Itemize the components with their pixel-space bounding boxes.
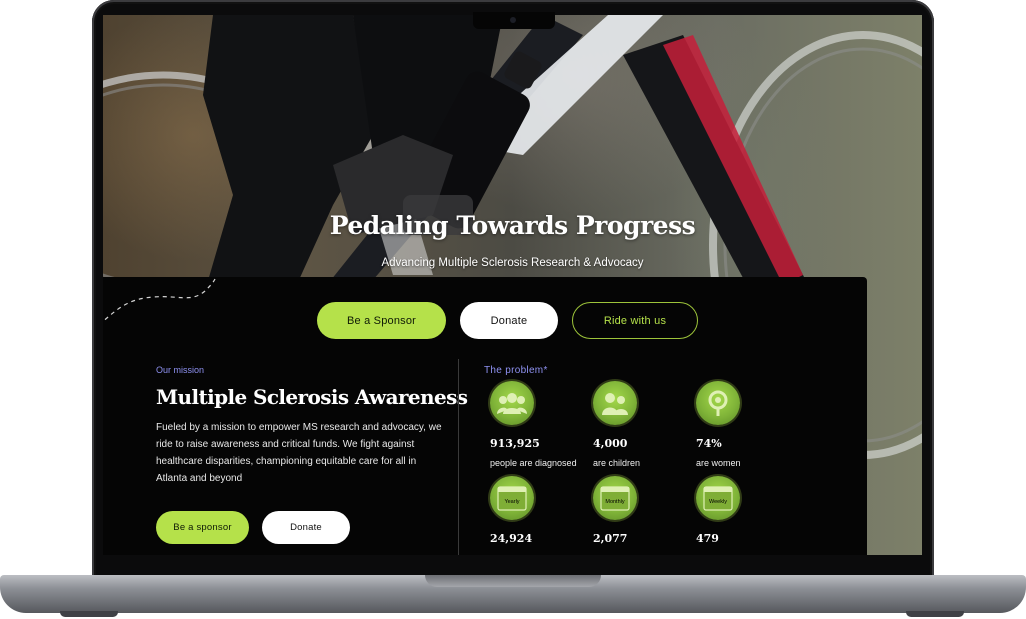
ride-with-us-button[interactable]: Ride with us [572, 302, 698, 339]
stat-women: 74% are women [696, 381, 806, 468]
laptop-foot [906, 611, 964, 617]
stat-value: 4,000 [593, 437, 628, 450]
stat-caption: are children [593, 458, 641, 468]
stat-value: 913,925 [490, 437, 540, 450]
stat-value: 2,077 [593, 532, 628, 545]
stat-diagnosed: 913,925 people are diagnosed [490, 381, 600, 468]
stat-weekly: Weekly 479 [696, 476, 806, 545]
calendar-icon: Monthly [593, 476, 637, 520]
problem-eyebrow: The problem* [484, 365, 548, 376]
stat-children: 4,000 are children [593, 381, 703, 468]
content-panel: Be a Sponsor Donate Ride with us Our mis… [103, 277, 867, 555]
website-screen: Pedaling Towards Progress Advancing Mult… [103, 15, 922, 555]
laptop-base [0, 575, 1026, 613]
laptop-foot [60, 611, 118, 617]
calendar-period-label: Monthly [605, 499, 625, 505]
stat-value: 24,924 [490, 532, 533, 545]
children-icon [593, 381, 637, 425]
be-a-sponsor-button[interactable]: Be a Sponsor [317, 302, 446, 339]
stat-caption: people are diagnosed [490, 458, 577, 468]
donate-small-button[interactable]: Donate [262, 511, 350, 544]
mission-description: Fueled by a mission to empower MS resear… [156, 422, 442, 484]
mission-eyebrow: Our mission [156, 365, 205, 375]
dashed-path-decoration [103, 278, 216, 323]
stat-monthly: Monthly 2,077 [593, 476, 703, 545]
camera-notch [473, 12, 555, 29]
stat-caption: are women [696, 458, 741, 468]
group-icon [490, 381, 534, 425]
calendar-icon: Weekly [696, 476, 740, 520]
mission-title: Multiple Sclerosis Awareness [156, 385, 468, 409]
donate-button[interactable]: Donate [460, 302, 558, 339]
stat-yearly: Yearly 24,924 [490, 476, 600, 545]
trackpad-groove [425, 575, 601, 587]
calendar-icon: Yearly [490, 476, 534, 520]
calendar-period-label: Weekly [709, 499, 727, 505]
calendar-period-label: Yearly [504, 499, 519, 505]
stat-value: 479 [696, 532, 719, 545]
column-divider [458, 359, 459, 555]
female-icon [696, 381, 740, 425]
camera-icon [510, 17, 516, 23]
stat-value: 74% [696, 437, 722, 450]
hero-title: Pedaling Towards Progress [329, 211, 696, 240]
be-a-sponsor-small-button[interactable]: Be a sponsor [156, 511, 249, 544]
hero-subtitle: Advancing Multiple Sclerosis Research & … [381, 257, 644, 269]
